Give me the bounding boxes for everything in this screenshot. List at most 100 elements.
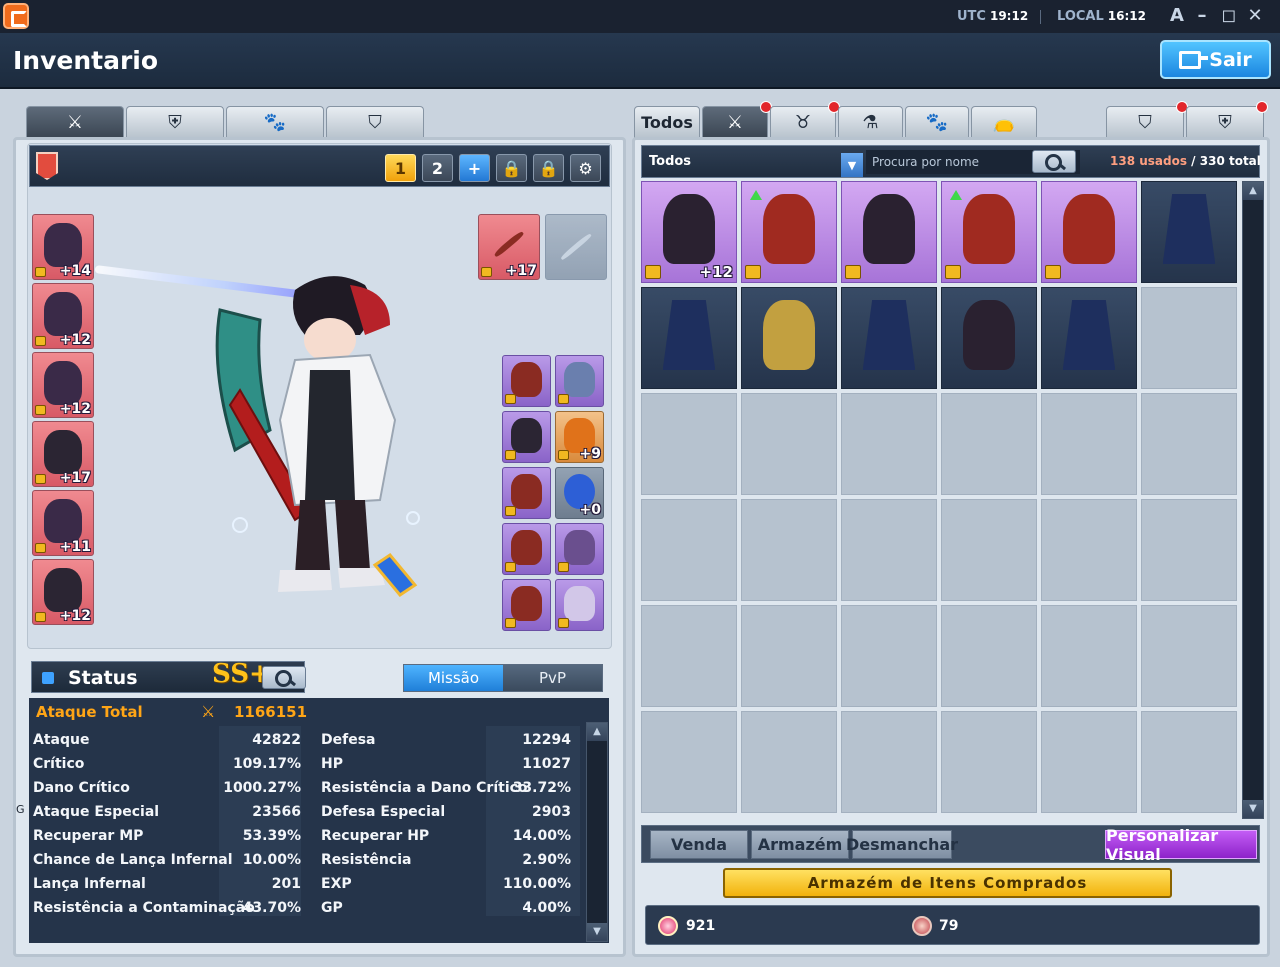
accessory-slot[interactable]: +0 [555,467,604,519]
inventory-slot[interactable] [641,605,737,707]
equip-slot-shoes[interactable]: +11 [32,490,94,556]
close-button[interactable]: ✕ [1244,4,1266,28]
exit-label: Sair [1209,48,1252,71]
category-select[interactable]: Todos ▼ [646,150,863,177]
inventory-slot[interactable] [1041,499,1137,601]
accessory-slot[interactable]: +9 [555,411,604,463]
inventory-slot[interactable] [1141,605,1237,707]
coin-currency-icon [912,916,932,936]
inventory-slot[interactable] [741,287,837,389]
exit-button[interactable]: Sair [1160,40,1271,79]
inventory-slot[interactable] [841,711,937,813]
inventory-slot[interactable] [941,499,1037,601]
locked-preset-button-2[interactable]: 🔒 [533,154,564,182]
equip-slot-weapon-costume[interactable] [545,214,607,280]
tab-equipment[interactable]: ⚔ [26,106,124,138]
inventory-slot[interactable] [1041,181,1137,283]
inventory-slot[interactable] [1141,287,1237,389]
equip-slot-top[interactable]: +12 [32,283,94,349]
minimize-button[interactable]: – [1191,4,1213,28]
scroll-down-icon[interactable]: ▼ [587,923,607,941]
accessory-slot[interactable] [502,467,551,519]
inventory-slot[interactable] [641,287,737,389]
scroll-up-icon[interactable]: ▲ [1243,182,1263,200]
inventory-slot[interactable] [641,711,737,813]
inventory-slot[interactable] [841,393,937,495]
inventory-slot[interactable] [1141,181,1237,283]
accessory-slot[interactable] [502,411,551,463]
locked-preset-button[interactable]: 🔒 [496,154,527,182]
tab-costume-items[interactable]: ⛨ [1186,101,1268,138]
inventory-slot[interactable] [641,499,737,601]
chevron-down-icon[interactable]: ▼ [841,153,863,177]
accessory-slot[interactable] [555,579,604,631]
accessory-slot[interactable] [502,523,551,575]
item-search-button[interactable] [1032,150,1076,173]
inventory-slot[interactable] [741,499,837,601]
inventory-slot[interactable] [741,605,837,707]
inventory-slot[interactable] [1141,499,1237,601]
equip-slot-weapon[interactable]: +17 [478,214,540,280]
inventory-slot[interactable] [941,605,1037,707]
scroll-up-icon[interactable]: ▲ [587,723,607,741]
inventory-slot[interactable] [1041,287,1137,389]
stats-scrollbar[interactable]: ▲ ▼ [586,722,608,942]
inventory-slot[interactable] [841,499,937,601]
accessory-slot[interactable] [555,355,604,407]
inventory-slot[interactable] [941,181,1037,283]
tab-consumables[interactable]: ⚗ [838,106,903,138]
inventory-scrollbar[interactable]: ▲ ▼ [1242,181,1264,819]
tab-all[interactable]: Todos [634,106,700,138]
storage-button[interactable]: Armazém [751,830,849,859]
tab-accessories[interactable]: ♉ [770,101,840,138]
customize-visual-button[interactable]: Personalizar Visual [1105,826,1257,864]
inventory-slot[interactable] [941,711,1037,813]
inventory-slot[interactable] [1041,711,1137,813]
tab-equip-items[interactable]: ⚔ [702,101,772,138]
tab-shield[interactable]: ⛉ [326,106,424,138]
inventory-slot[interactable]: +12 [641,181,737,283]
settings-button[interactable]: ⚙ [570,154,601,182]
inventory-slot[interactable] [941,393,1037,495]
equip-slot-gloves[interactable]: +17 [32,421,94,487]
inventory-slot[interactable] [741,181,837,283]
inventory-slot[interactable] [641,393,737,495]
tab-mission[interactable]: Missão [404,665,503,691]
scroll-down-icon[interactable]: ▼ [1243,800,1263,818]
accessory-slot[interactable] [502,579,551,631]
category-selected: Todos [649,154,692,169]
inventory-slot[interactable] [1041,605,1137,707]
add-preset-button[interactable]: + [459,154,490,182]
inventory-slot[interactable] [841,287,937,389]
tab-pvp[interactable]: PvP [503,665,602,691]
tab-pet-items[interactable]: 🐾 [905,106,969,138]
inventory-slot[interactable] [941,287,1037,389]
stat-row: Chance de Lança Infernal 10.00% [29,848,309,872]
purchased-items-storage-button[interactable]: Armazém de Itens Comprados [723,868,1172,898]
equip-slot-head[interactable]: +14 [32,214,94,280]
equip-slot-cape[interactable]: +12 [32,559,94,625]
font-size-button[interactable]: A [1166,4,1188,28]
exit-icon [1179,50,1209,69]
inventory-slot[interactable] [1141,711,1237,813]
maximize-button[interactable]: ◻ [1218,4,1240,28]
inventory-slot[interactable] [741,711,837,813]
inventory-slot[interactable] [741,393,837,495]
dismantle-button[interactable]: Desmanchar [846,830,958,859]
tab-costume[interactable]: ⛨ [126,106,224,138]
tab-shield-items[interactable]: ⛉ [1106,101,1188,138]
preset-2-button[interactable]: 2 [422,154,453,182]
preset-1-button[interactable]: 1 [385,154,416,182]
inventory-slot[interactable] [841,181,937,283]
sell-button[interactable]: Venda [650,830,748,859]
accessory-slot[interactable] [555,523,604,575]
inventory-slot[interactable] [1041,393,1137,495]
inventory-slot[interactable] [1141,393,1237,495]
status-search-button[interactable] [262,666,306,689]
inventory-slot[interactable] [841,605,937,707]
accessory-slot[interactable] [502,355,551,407]
equip-slot-bottom[interactable]: +12 [32,352,94,418]
tab-pet[interactable]: 🐾 [226,106,324,138]
tab-misc[interactable]: 👝 [971,106,1037,138]
item-level: +17 [59,470,91,486]
